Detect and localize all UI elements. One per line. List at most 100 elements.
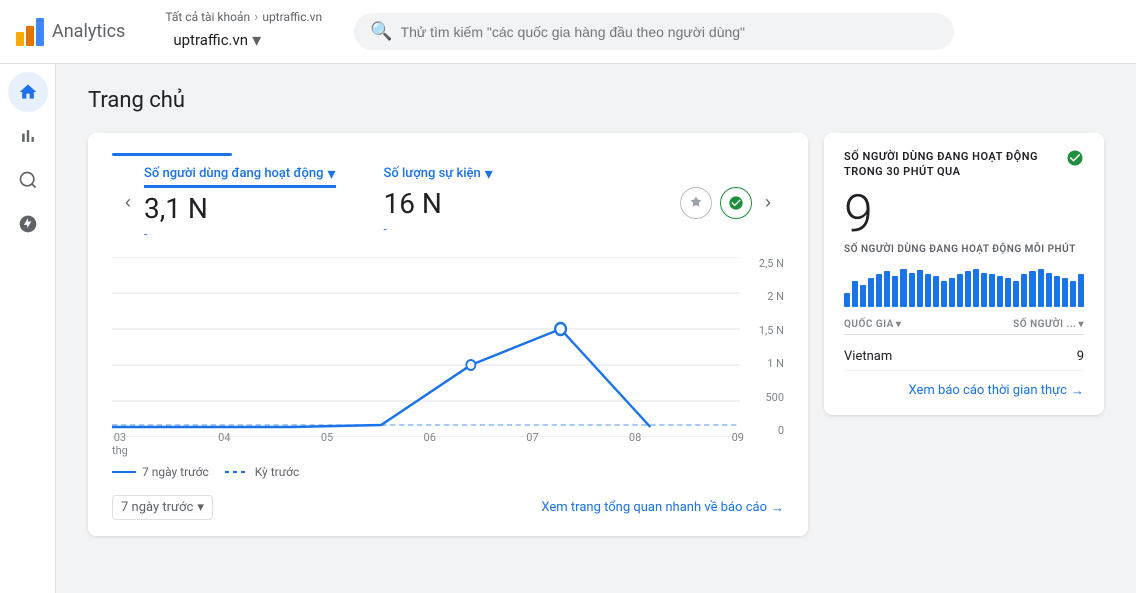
realtime-card: SỐ NGƯỜI DÙNG ĐANG HOẠT ĐỘNG TRONG 30 PH… [824,133,1104,415]
y-label-2: 1 N [767,357,784,370]
prev-metric-button[interactable]: ‹ [112,187,144,219]
realtime-report-label: Xem báo cáo thời gian thực [909,383,1067,398]
realtime-header: SỐ NGƯỜI DÙNG ĐANG HOẠT ĐỘNG TRONG 30 PH… [844,149,1084,180]
mini-bar [925,274,931,306]
search-icon: 🔍 [370,21,392,42]
x-label-03: 03 thg [112,431,128,457]
mini-bar [844,293,850,307]
breadcrumb: Tất cả tài khoản › uptraffic.vn [165,9,322,25]
mini-bar [941,281,947,307]
chart-card: ‹ Số người dùng đang hoạt động ▾ 3,1 N -… [88,133,808,536]
y-label-3: 1,5 N [759,324,784,337]
mini-bar [981,273,987,307]
property-name: uptraffic.vn [173,31,248,49]
realtime-report-link[interactable]: Xem báo cáo thời gian thực → [844,383,1084,399]
tab-underline [112,153,232,156]
metric2-value: 16 N [384,187,493,220]
view-report-arrow-icon: → [771,500,784,516]
mini-bar [900,269,906,307]
mini-bar [1038,269,1044,307]
mini-bar [957,274,963,307]
chart-area: 2,5 N 2 N 1,5 N 1 N 500 0 03 thg 04 [112,257,784,457]
breadcrumb-property: uptraffic.vn [262,10,322,24]
breadcrumb-all-accounts[interactable]: Tất cả tài khoản [165,10,250,24]
realtime-title: SỐ NGƯỜI DÙNG ĐANG HOẠT ĐỘNG TRONG 30 PH… [844,149,1044,180]
metric2-chevron-icon: ▾ [485,164,493,183]
mini-bar [949,278,955,307]
legend-current-label: 7 ngày trước [142,465,209,479]
legend-line-solid [112,471,136,473]
realtime-table-header: QUỐC GIA ▾ SỐ NGƯỜI ... ▾ [844,319,1084,335]
sidebar-item-configure[interactable] [8,204,48,244]
y-label-4: 2 N [767,290,784,303]
mini-bar [1021,274,1027,307]
medal-icon-button[interactable] [680,187,712,219]
sidebar-item-reports[interactable] [8,116,48,156]
metric2-label[interactable]: Số lượng sự kiện ▾ [384,164,493,183]
mini-bar [917,270,923,307]
x-label-05: 05 [321,431,333,457]
mini-bar [1029,271,1035,307]
search-input[interactable] [401,24,939,40]
chart-x-labels: 03 thg 04 05 06 07 [112,431,744,457]
mini-bar [1013,281,1019,307]
chart-y-labels: 2,5 N 2 N 1,5 N 1 N 500 0 [744,257,784,437]
sidebar-item-home[interactable] [8,72,48,112]
table-row: Vietnam9 [844,343,1084,371]
metric-active-users: Số người dùng đang hoạt động ▾ 3,1 N - [144,164,336,241]
mini-bar [909,273,915,307]
next-metric-button[interactable]: › [752,187,784,219]
mini-bar [1070,281,1076,307]
x-label-07: 07 [526,431,538,457]
x-label-09: 09 [732,431,744,457]
medal-icon [688,195,704,211]
col-header-country[interactable]: QUỐC GIA ▾ [844,319,901,330]
check-icon-button[interactable] [720,187,752,219]
line-chart-svg [112,257,740,437]
y-label-0: 0 [778,424,784,437]
main-content: Trang chủ ‹ Số người dùng đang hoạt động… [56,64,1136,593]
chart-svg-container [112,257,740,437]
metric1-value: 3,1 N [144,192,336,225]
chart-legend: 7 ngày trước Kỳ trước [112,465,784,479]
y-label-1: 500 [765,391,784,404]
check-icon [728,195,744,211]
sidebar-item-explore[interactable] [8,160,48,200]
property-chevron-icon: ▾ [252,30,261,51]
view-report-link[interactable]: Xem trang tổng quan nhanh về báo cáo → [541,500,784,516]
realtime-subtitle: SỐ NGƯỜI DÙNG ĐANG HOẠT ĐỘNG MỖI PHÚT [844,244,1084,255]
view-report-label: Xem trang tổng quan nhanh về báo cáo [541,500,767,515]
mini-bar-chart [844,267,1084,307]
col-users-chevron-icon: ▾ [1078,319,1084,330]
card-footer: 7 ngày trước ▾ Xem trang tổng quan nhanh… [112,495,784,520]
breadcrumb-sep: › [254,9,258,25]
analytics-logo-icon [16,18,44,46]
sidebar [0,64,56,593]
realtime-check-icon [1066,149,1084,172]
col-header-users[interactable]: SỐ NGƯỜI ... ▾ [1013,319,1084,330]
configure-icon [18,214,38,234]
mini-bar [1054,276,1060,307]
metric1-label[interactable]: Số người dùng đang hoạt động ▾ [144,164,336,188]
x-label-08: 08 [629,431,641,457]
mini-bar [933,276,939,307]
page-title: Trang chủ [88,88,1104,113]
mini-bar [965,271,971,307]
mini-bar [876,274,882,307]
mini-bar [1062,278,1068,307]
mini-bar [989,274,995,306]
x-label-04: 04 [218,431,230,457]
property-selector[interactable]: uptraffic.vn ▾ [165,26,330,55]
mini-bar [997,276,1003,307]
bar-chart-icon [18,126,38,146]
app-name: Analytics [52,21,125,42]
mini-bar [860,285,866,306]
metric-events: Số lượng sự kiện ▾ 16 N - [384,164,493,241]
col-country-chevron-icon: ▾ [896,319,902,330]
mini-bar [868,278,874,307]
metric1-chevron-icon: ▾ [327,164,335,183]
legend-prev-label: Kỳ trước [255,465,300,479]
realtime-big-number: 9 [844,188,1084,240]
mini-bar [884,271,890,307]
date-selector[interactable]: 7 ngày trước ▾ [112,495,213,520]
